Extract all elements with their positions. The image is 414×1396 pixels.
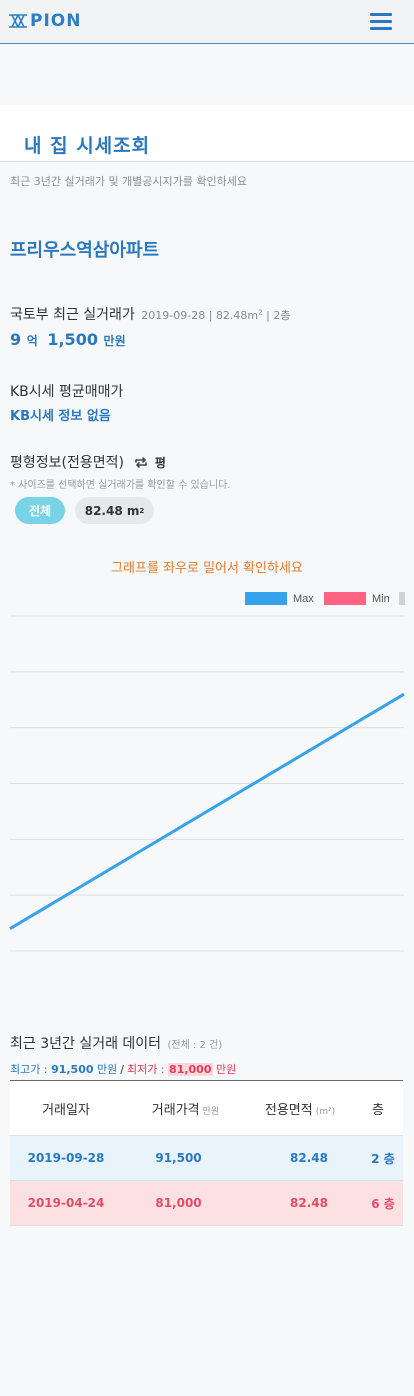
row-price: 91,500 — [155, 1151, 202, 1165]
min-value: 81,000 — [168, 1063, 213, 1076]
table-row[interactable]: 2019-04-24 81,000 82.48 6 층 — [10, 1181, 403, 1226]
max-value: 91,500 — [51, 1063, 94, 1076]
header-floor: 층 — [372, 1102, 384, 1118]
max-price-summary: 최고가 : 91,500 만원 — [10, 1063, 117, 1076]
sync-icon[interactable] — [134, 456, 148, 469]
chip-all-label: 전체 — [28, 504, 52, 518]
size-info-label: 평형정보(전용면적) — [10, 455, 124, 471]
row-area: 82.48 — [290, 1196, 328, 1210]
row-floor: 2 층 — [371, 1151, 395, 1166]
kb-label: KB시세 평균매매가 — [10, 384, 124, 400]
summary-separator: / — [120, 1063, 124, 1076]
recent-trade-date: 2019-09-28 — [141, 309, 206, 322]
header-price: 거래가격 만원 — [122, 1099, 235, 1118]
top-bar: PION — [0, 0, 414, 44]
data-section-title: 최근 3년간 실거래 데이터 (전체 : 2 건) — [10, 1033, 222, 1053]
price-chart[interactable]: Max Min — [0, 588, 414, 958]
chart-grid — [10, 615, 404, 952]
legend-overflow-indicator — [399, 592, 405, 605]
min-label: 최저가 : — [126, 1063, 169, 1076]
size-info-row: 평형정보(전용면적) 평 — [10, 452, 166, 472]
chart-series — [9, 692, 405, 930]
max-min-summary: 최고가 : 91,500 만원 / 최저가 : 81,000 만원 — [10, 1061, 236, 1077]
recent-trade-row: 국토부 최근 실거래가 2019-09-28 | 82.48m2 | 2층 — [10, 304, 290, 324]
meta-separator: | — [208, 309, 213, 322]
legend-label-min: Min — [372, 593, 390, 605]
row-area: 82.48 — [290, 1151, 328, 1165]
hamburger-menu-icon[interactable] — [370, 13, 392, 31]
price-eok: 9 — [10, 330, 22, 349]
page-subtitle: 최근 3년간 실거래가 및 개별공시지가를 확인하세요 — [10, 175, 247, 188]
apartment-name: 프리우스역삼아파트 — [10, 240, 160, 261]
chip-size-superscript: 2 — [139, 506, 145, 515]
logo-text: PION — [30, 11, 82, 31]
row-price: 81,000 — [155, 1196, 202, 1210]
max-unit: 만원 — [93, 1063, 118, 1076]
chart-swipe-hint: 그래프를 좌우로 밀어서 확인하세요 — [111, 561, 303, 576]
table-row[interactable]: 2019-09-28 91,500 82.48 2 층 — [10, 1136, 403, 1181]
data-title-text: 최근 3년간 실거래 데이터 — [10, 1036, 162, 1052]
page-title: 내 집 시세조회 — [24, 135, 151, 157]
area-superscript: 2 — [258, 308, 263, 317]
legend-swatch-max — [245, 592, 287, 605]
max-label: 최고가 : — [10, 1063, 52, 1076]
size-hint: * 사이즈를 선택하면 실거래가를 확인할 수 있습니다. — [10, 480, 231, 491]
legend-swatch-min — [324, 592, 366, 605]
price-man: 1,500 — [47, 330, 98, 349]
logo-mark-icon — [9, 14, 27, 28]
min-price-summary: 최저가 : 81,000 만원 — [127, 1063, 236, 1076]
series-line-max — [9, 692, 405, 930]
row-floor: 6 층 — [371, 1196, 395, 1211]
recent-trade-meta: 2019-09-28 | 82.48m2 | 2층 — [141, 308, 291, 322]
recent-trade-area: 82.48m — [215, 309, 259, 322]
header-price-unit: 만원 — [202, 1106, 220, 1117]
recent-trade-label: 국토부 최근 실거래가 — [10, 307, 135, 323]
header-price-label: 거래가격 — [151, 1102, 200, 1118]
price-eok-unit: 억 — [26, 334, 38, 348]
header-area-unit: (m²) — [315, 1106, 336, 1117]
header-date: 거래일자 — [42, 1102, 90, 1118]
price-man-unit: 만원 — [103, 334, 126, 348]
legend-label-max: Max — [293, 593, 314, 605]
chip-size-label: 82.48 m — [84, 503, 140, 518]
trade-table: 거래일자 거래가격 만원 전용면적 (m²) 층 2019-09-28 91,500… — [10, 1080, 403, 1226]
row-date: 2019-09-28 — [27, 1151, 105, 1165]
row-date: 2019-04-24 — [27, 1196, 105, 1210]
kb-value: KB시세 정보 없음 — [10, 409, 111, 424]
recent-trade-price: 9 억 1,500 만원 — [10, 330, 130, 349]
logo[interactable]: PION — [8, 11, 81, 31]
recent-trade-floor: 2층 — [273, 309, 291, 322]
meta-separator: | — [266, 309, 270, 322]
chart-legend: Max Min — [245, 592, 405, 605]
header-area-label: 전용면적 — [264, 1102, 313, 1118]
header-area: 전용면적 (m²) — [235, 1099, 353, 1118]
min-unit: 만원 — [212, 1063, 237, 1076]
table-header: 거래일자 거래가격 만원 전용면적 (m²) 층 — [10, 1081, 403, 1136]
size-chip-all[interactable]: 전체 — [15, 497, 65, 524]
title-band: 내 집 시세조회 — [0, 105, 414, 162]
data-total-count: (전체 : 2 건) — [167, 1040, 223, 1051]
size-chip-82[interactable]: 82.48 m2 — [75, 497, 154, 524]
pyeong-toggle[interactable]: 평 — [155, 456, 166, 470]
